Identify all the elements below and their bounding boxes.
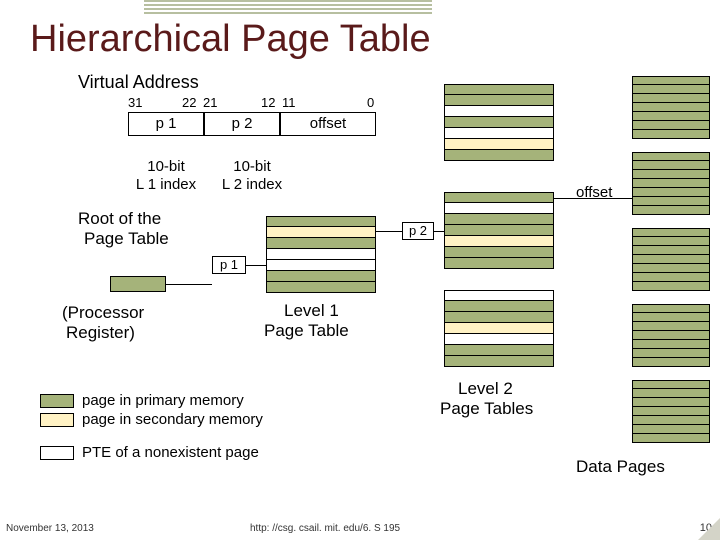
root-label-a: Root of the xyxy=(78,208,161,229)
l1-caption-a: Level 1 xyxy=(284,300,339,321)
slide-title: Hierarchical Page Table xyxy=(30,18,431,61)
title-decoration xyxy=(144,0,432,14)
l2-index-a: 10-bit xyxy=(210,158,294,175)
legend-secondary: page in secondary memory xyxy=(82,411,263,428)
field-p1: p 1 xyxy=(128,112,204,136)
bit-31: 31 xyxy=(128,95,142,110)
level1-table xyxy=(266,216,376,293)
bit-0: 0 xyxy=(367,95,374,110)
proc-b: Register) xyxy=(66,322,135,343)
legend-secondary-swatch xyxy=(40,413,74,427)
line-root-p1 xyxy=(166,284,212,285)
footer-date: November 13, 2013 xyxy=(6,523,94,534)
line-p2-l2 xyxy=(434,231,444,232)
ptr-p2: p 2 xyxy=(402,222,434,240)
data-page-5 xyxy=(632,380,710,443)
legend-none-swatch xyxy=(40,446,74,460)
line-l1-p2 xyxy=(376,231,402,232)
line-p1-l1 xyxy=(246,265,266,266)
ptr-offset: offset xyxy=(576,184,612,203)
bit-11: 11 xyxy=(282,95,296,110)
line-l2-data xyxy=(554,198,632,199)
data-caption: Data Pages xyxy=(576,456,665,477)
data-page-3 xyxy=(632,228,710,291)
page-curl-icon xyxy=(698,518,720,540)
proc-a: (Processor xyxy=(62,302,144,323)
level2-table-3 xyxy=(444,290,554,367)
level2-table-2 xyxy=(444,192,554,269)
l2-caption-a: Level 2 xyxy=(458,378,513,399)
root-register xyxy=(110,276,166,292)
l2-index-b: L 2 index xyxy=(210,176,294,193)
root-label-b: Page Table xyxy=(84,228,169,249)
legend-primary-swatch xyxy=(40,394,74,408)
footer-url: http: //csg. csail. mit. edu/6. S 195 xyxy=(250,523,400,534)
va-subtitle: Virtual Address xyxy=(78,72,199,93)
bit-22: 22 xyxy=(182,95,196,110)
legend-primary: page in primary memory xyxy=(82,392,244,409)
l1-caption-b: Page Table xyxy=(264,320,349,341)
field-offset: offset xyxy=(280,112,376,136)
legend-none: PTE of a nonexistent page xyxy=(82,444,259,461)
bit-12: 12 xyxy=(261,95,275,110)
bit-21: 21 xyxy=(203,95,217,110)
l2-caption-b: Page Tables xyxy=(440,398,533,419)
l1-index-b: L 1 index xyxy=(124,176,208,193)
data-page-1 xyxy=(632,76,710,139)
field-p2: p 2 xyxy=(204,112,280,136)
l1-index-a: 10-bit xyxy=(124,158,208,175)
ptr-p1: p 1 xyxy=(212,256,246,274)
data-page-2 xyxy=(632,152,710,215)
level2-table-1 xyxy=(444,84,554,161)
data-page-4 xyxy=(632,304,710,367)
